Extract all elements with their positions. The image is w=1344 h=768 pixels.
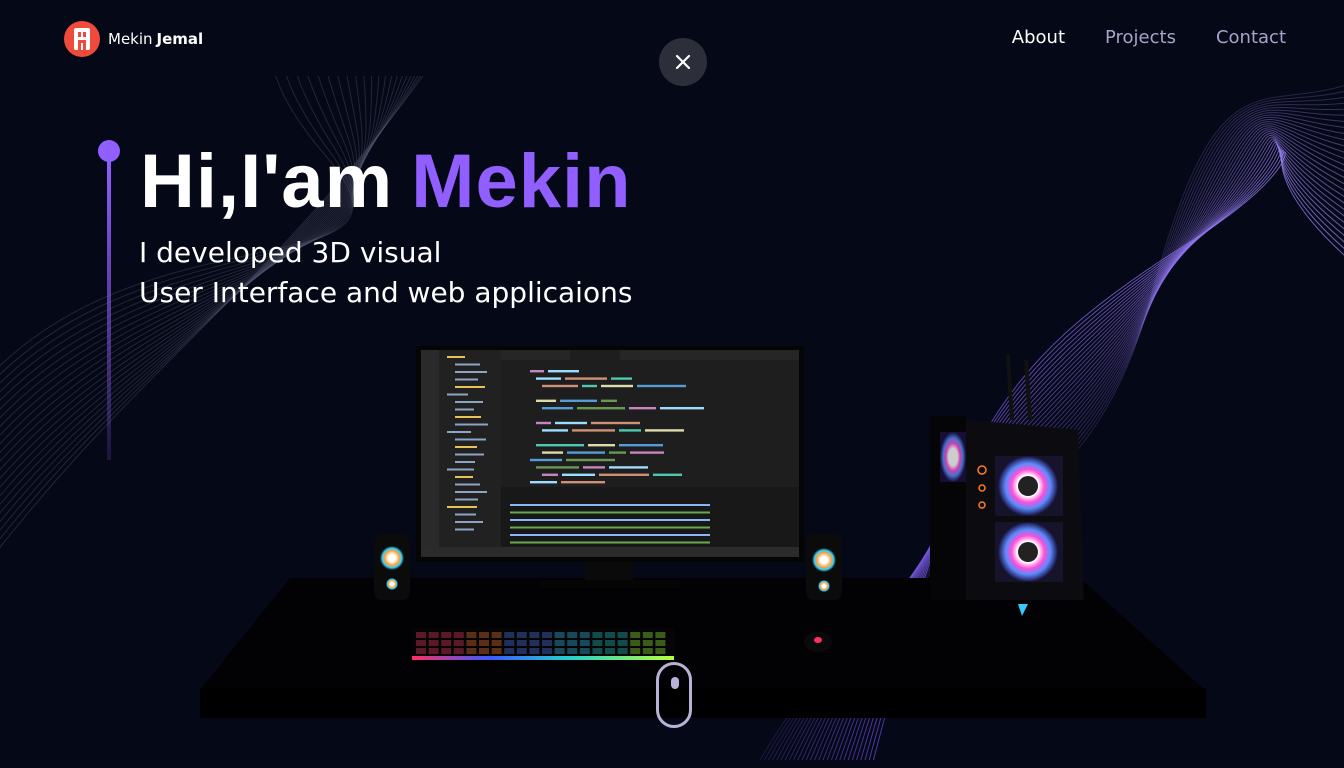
computer-mouse — [804, 632, 832, 652]
speaker-left — [374, 534, 410, 600]
keyboard — [412, 628, 674, 660]
scroll-down-indicator[interactable] — [656, 662, 692, 728]
speaker-right — [806, 534, 842, 600]
monitor — [416, 346, 804, 588]
desk-setup-3d-scene[interactable] — [0, 0, 1344, 768]
pc-case — [930, 354, 1084, 616]
mouse-scroll-icon — [671, 677, 679, 689]
